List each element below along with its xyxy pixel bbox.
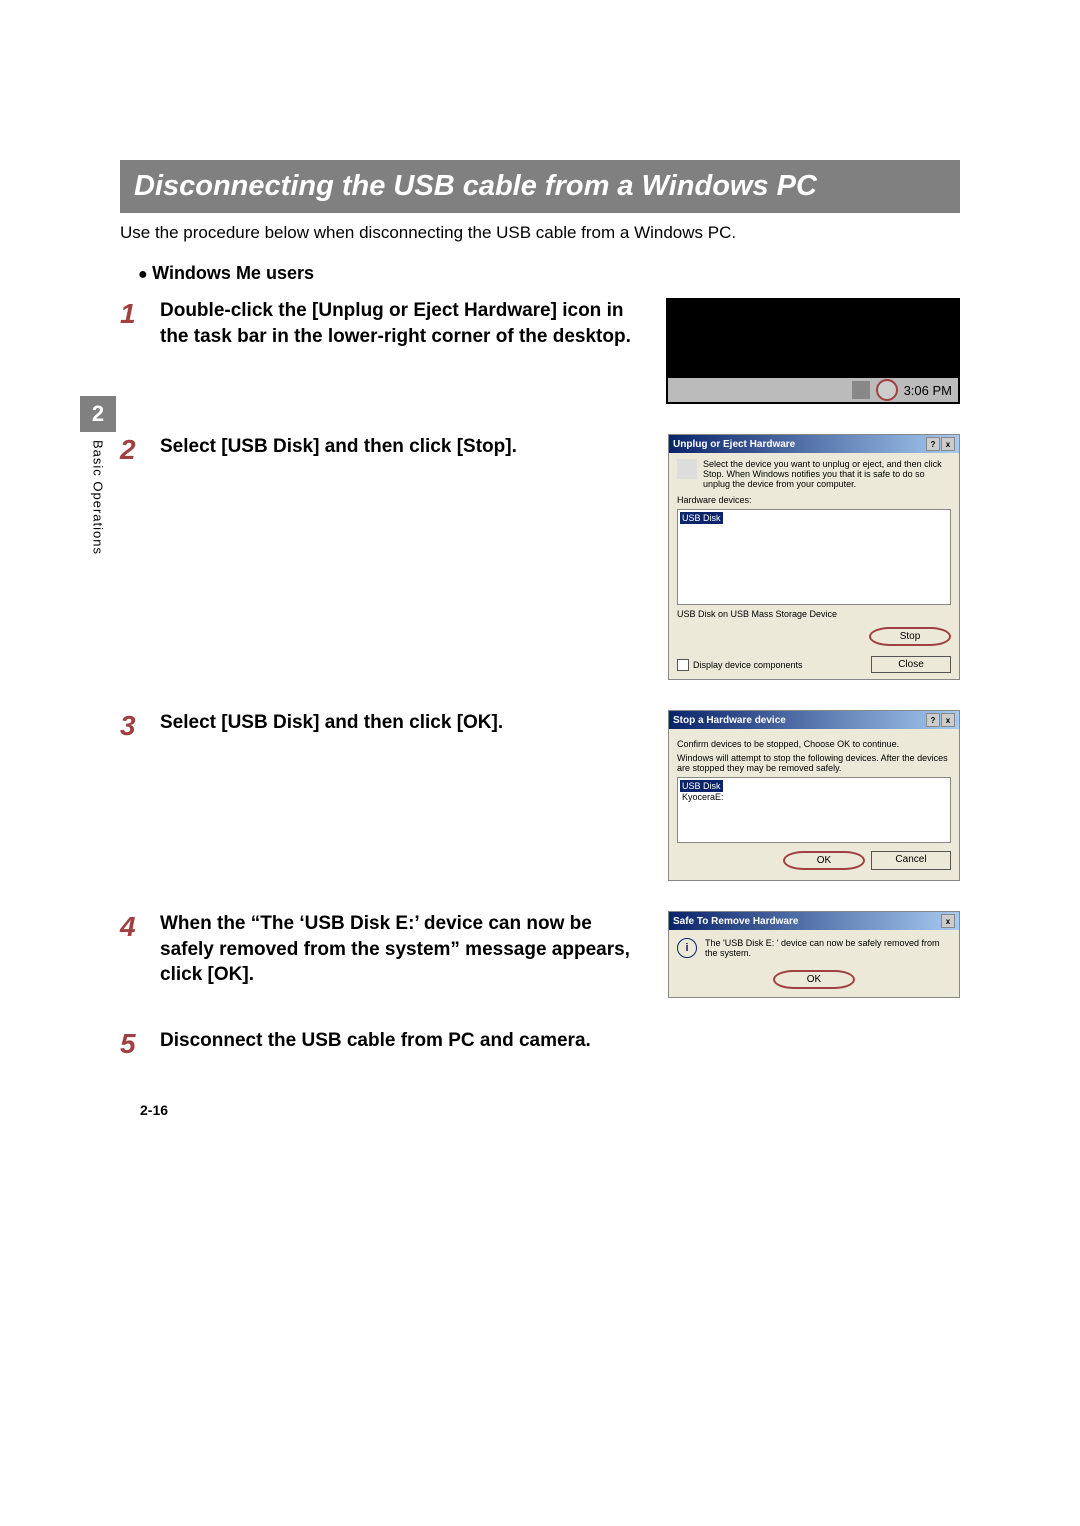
help-icon[interactable]: ? bbox=[926, 713, 940, 727]
ok-button[interactable]: OK bbox=[773, 970, 855, 989]
list-label: Hardware devices: bbox=[677, 495, 951, 505]
ok-button[interactable]: OK bbox=[783, 851, 865, 870]
screenshot-safe-remove-dialog: Safe To Remove Hardware x i The 'USB Dis… bbox=[668, 911, 960, 998]
chapter-side-tab: 2 Basic Operations bbox=[80, 396, 116, 555]
step-text: Select [USB Disk] and then click [Stop]. bbox=[160, 434, 648, 464]
stop-button[interactable]: Stop bbox=[869, 627, 951, 646]
dialog-titlebar: Unplug or Eject Hardware ? x bbox=[669, 435, 959, 453]
dialog-message: The 'USB Disk E: ' device can now be saf… bbox=[705, 938, 951, 958]
step-number: 4 bbox=[120, 913, 148, 988]
step-number: 5 bbox=[120, 1030, 148, 1058]
taskbar-clock: 3:06 PM bbox=[904, 383, 952, 398]
screenshot-taskbar: 3:06 PM bbox=[666, 298, 960, 404]
list-item[interactable]: KyoceraE: bbox=[680, 791, 726, 803]
chapter-label: Basic Operations bbox=[91, 440, 106, 555]
info-icon: i bbox=[677, 938, 697, 958]
dialog-title-text: Stop a Hardware device bbox=[673, 715, 786, 726]
dialog-titlebar: Safe To Remove Hardware x bbox=[669, 912, 959, 930]
subhead-windows-me: Windows Me users bbox=[138, 263, 960, 284]
dialog-title-text: Safe To Remove Hardware bbox=[673, 916, 798, 927]
close-icon[interactable]: x bbox=[941, 914, 955, 928]
step-text: Disconnect the USB cable from PC and cam… bbox=[160, 1028, 960, 1054]
dialog-message: Select the device you want to unplug or … bbox=[703, 459, 951, 489]
devices-list[interactable]: USB Disk KyoceraE: bbox=[677, 777, 951, 843]
step-text: Select [USB Disk] and then click [OK]. bbox=[160, 710, 648, 740]
hardware-devices-list[interactable]: USB Disk bbox=[677, 509, 951, 605]
step-number: 3 bbox=[120, 712, 148, 740]
step-text: Double-click the [Unplug or Eject Hardwa… bbox=[160, 298, 646, 349]
step-text: When the “The ‘USB Disk E:’ device can n… bbox=[160, 911, 648, 988]
screenshot-unplug-dialog: Unplug or Eject Hardware ? x Select the … bbox=[668, 434, 960, 680]
chapter-number-badge: 2 bbox=[80, 396, 116, 432]
taskbar: 3:06 PM bbox=[668, 378, 958, 402]
section-title: Disconnecting the USB cable from a Windo… bbox=[120, 160, 960, 213]
screenshot-stop-dialog: Stop a Hardware device ? x Confirm devic… bbox=[668, 710, 960, 881]
close-icon[interactable]: x bbox=[941, 437, 955, 451]
list-item[interactable]: USB Disk bbox=[680, 512, 723, 524]
page-number: 2-16 bbox=[140, 1102, 168, 1118]
dialog-titlebar: Stop a Hardware device ? x bbox=[669, 711, 959, 729]
close-icon[interactable]: x bbox=[941, 713, 955, 727]
dialog-title-text: Unplug or Eject Hardware bbox=[673, 439, 795, 450]
close-button[interactable]: Close bbox=[871, 656, 951, 673]
unplug-hardware-icon[interactable] bbox=[876, 379, 898, 401]
checkbox-label: Display device components bbox=[693, 660, 803, 670]
intro-text: Use the procedure below when disconnecti… bbox=[120, 223, 960, 243]
cancel-button[interactable]: Cancel bbox=[871, 851, 951, 870]
display-components-checkbox[interactable] bbox=[677, 659, 689, 671]
eject-icon bbox=[677, 459, 697, 479]
dialog-line1: Confirm devices to be stopped, Choose OK… bbox=[677, 739, 951, 749]
step-number: 1 bbox=[120, 300, 148, 349]
device-status-text: USB Disk on USB Mass Storage Device bbox=[677, 609, 951, 619]
step-number: 2 bbox=[120, 436, 148, 464]
dialog-line2: Windows will attempt to stop the followi… bbox=[677, 753, 951, 773]
tray-icon-generic bbox=[852, 381, 870, 399]
help-icon[interactable]: ? bbox=[926, 437, 940, 451]
